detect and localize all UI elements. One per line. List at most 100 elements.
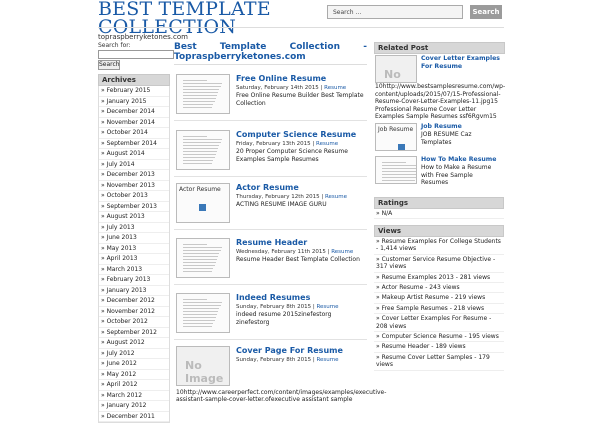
archive-link[interactable]: » September 2012 [99, 328, 169, 338]
views-item-link[interactable]: » Free Sample Resumes - 218 views [374, 304, 504, 315]
archive-link[interactable]: » September 2013 [99, 202, 169, 212]
left-search-input[interactable] [98, 50, 174, 59]
site-domain: topraspberryketones.com [98, 33, 188, 41]
archive-link[interactable]: » November 2012 [99, 307, 169, 317]
views-widget: Views » Resume Examples For College Stud… [374, 225, 504, 371]
views-item-link[interactable]: » Actor Resume - 243 views [374, 283, 504, 294]
post-thumbnail[interactable] [176, 293, 230, 333]
thumb-line [183, 80, 207, 81]
ratings-heading: Ratings [374, 197, 504, 209]
archive-link[interactable]: » December 2014 [99, 107, 169, 118]
related-title-link[interactable]: Cover Letter Examples For Resume [421, 55, 501, 70]
archive-link[interactable]: » July 2013 [99, 223, 169, 233]
archive-link[interactable]: » October 2012 [99, 317, 169, 328]
archive-link[interactable]: » November 2014 [99, 118, 169, 128]
archive-link[interactable]: » November 2013 [99, 181, 169, 191]
thumb-line [382, 168, 416, 169]
archives-heading: Archives [98, 74, 170, 86]
views-item-link[interactable]: » Customer Service Resume Objective - 31… [374, 255, 504, 273]
post-thumbnail[interactable] [176, 238, 230, 278]
post-date: Sunday, February 8th 2015 | [236, 304, 315, 310]
archive-link[interactable]: » May 2012 [99, 370, 169, 380]
post-title-link[interactable]: Cover Page For Resume [236, 346, 343, 355]
archive-link[interactable]: » March 2012 [99, 391, 169, 401]
archive-link[interactable]: » April 2012 [99, 380, 169, 391]
main-heading[interactable]: Best Template Collection - Topraspberryk… [174, 42, 367, 65]
thumb-line [382, 162, 406, 163]
related-title-link[interactable]: Job Resume [421, 123, 501, 131]
archive-link[interactable]: » September 2014 [99, 139, 169, 149]
related-thumbnail[interactable] [375, 156, 417, 184]
archive-link[interactable]: » May 2013 [99, 244, 169, 254]
post-category-link[interactable]: Resume [316, 141, 338, 147]
views-heading: Views [374, 225, 504, 237]
archive-link[interactable]: » February 2015 [99, 86, 169, 97]
post-thumbnail[interactable]: Actor Resume [176, 183, 230, 223]
thumb-line [183, 320, 215, 321]
archive-link[interactable]: » June 2013 [99, 233, 169, 244]
thumb-line [183, 163, 213, 164]
post-title-link[interactable]: Indeed Resumes [236, 293, 310, 302]
site-title[interactable]: BEST TEMPLATE COLLECTION [98, 0, 298, 37]
archive-link[interactable]: » December 2012 [99, 296, 169, 307]
archive-link[interactable]: » January 2015 [99, 97, 169, 107]
post-thumbnail[interactable] [176, 74, 230, 114]
related-thumbnail[interactable]: Job Resume [375, 123, 417, 151]
left-search-button[interactable]: Search [98, 60, 120, 70]
archive-link[interactable]: » December 2011 [99, 412, 169, 422]
top-search-input[interactable]: Search ... [327, 5, 463, 19]
related-text: JOB RESUME Caz Templates [421, 131, 472, 146]
views-item-link[interactable]: » Makeup Artist Resume - 219 views [374, 293, 504, 304]
archive-link[interactable]: » August 2013 [99, 212, 169, 223]
main-content: Best Template Collection - Topraspberryk… [174, 42, 367, 386]
rating-item: » N/A [374, 209, 504, 220]
post-category-link[interactable]: Resume [325, 194, 347, 200]
archive-link[interactable]: » August 2012 [99, 338, 169, 349]
thumb-document-lines [183, 136, 223, 166]
post-category-link[interactable]: Resume [316, 357, 338, 363]
post-category-link[interactable]: Resume [324, 85, 346, 91]
post-title-link[interactable]: Computer Science Resume [236, 130, 356, 139]
views-item-link[interactable]: » Cover Letter Examples For Resume - 208… [374, 314, 504, 333]
post-thumbnail[interactable] [176, 130, 230, 170]
thumb-document-lines [183, 299, 223, 329]
archive-link[interactable]: » March 2013 [99, 265, 169, 275]
related-title-link[interactable]: How To Make Resume [421, 156, 501, 164]
archive-link[interactable]: » June 2012 [99, 359, 169, 370]
views-item-link[interactable]: » Resume Examples For College Students -… [374, 237, 504, 255]
post-meta: Wednesday, February 11th 2015 | Resume [236, 249, 353, 255]
archive-link[interactable]: » January 2012 [99, 401, 169, 412]
post-category-link[interactable]: Resume [316, 304, 338, 310]
ratings-widget: Ratings » N/A [374, 197, 504, 220]
thumb-line [183, 136, 207, 137]
post-title-link[interactable]: Actor Resume [236, 183, 299, 192]
views-item-link[interactable]: » Resume Cover Letter Samples - 179 view… [374, 353, 504, 371]
thumb-line [183, 89, 220, 90]
related-thumbnail[interactable]: No Image [375, 55, 417, 83]
post-title-link[interactable]: Free Online Resume [236, 74, 326, 83]
post-thumbnail[interactable]: No Image [176, 346, 230, 386]
archive-link[interactable]: » April 2013 [99, 254, 169, 265]
broken-image-icon [398, 144, 405, 150]
top-search-button[interactable]: Search [470, 5, 502, 19]
views-item-link[interactable]: » Resume Header - 189 views [374, 342, 504, 353]
search-for-label: Search for: [98, 42, 131, 49]
post-title-link[interactable]: Resume Header [236, 238, 307, 247]
archive-link[interactable]: » December 2013 [99, 170, 169, 181]
archive-link[interactable]: » October 2013 [99, 191, 169, 202]
thumb-line [183, 271, 213, 272]
archive-link[interactable]: » August 2014 [99, 149, 169, 160]
archive-link[interactable]: » July 2014 [99, 160, 169, 170]
archive-link[interactable]: » October 2014 [99, 128, 169, 139]
views-item-link[interactable]: » Computer Science Resume - 195 views [374, 332, 504, 343]
post-excerpt: indeed resume 2015zinefestorg zinefestor… [236, 311, 332, 326]
thumb-line [183, 157, 215, 158]
archive-link[interactable]: » July 2012 [99, 349, 169, 359]
archive-link[interactable]: » February 2013 [99, 275, 169, 286]
related-text: 10http://www.bestsamplesresume.com/wp-co… [375, 83, 506, 120]
post-category-link[interactable]: Resume [331, 249, 353, 255]
archive-link[interactable]: » January 2013 [99, 286, 169, 296]
thumb-caption: Job Resume [378, 126, 414, 133]
thumb-line [183, 259, 217, 260]
views-item-link[interactable]: » Resume Examples 2013 - 281 views [374, 273, 504, 284]
